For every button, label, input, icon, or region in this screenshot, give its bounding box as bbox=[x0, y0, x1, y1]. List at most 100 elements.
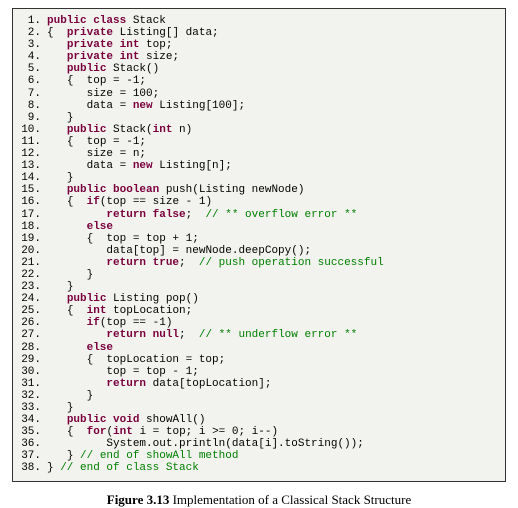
code-line: 35. { for(int i = top; i >= 0; i--) bbox=[19, 426, 497, 438]
line-number: 17. bbox=[19, 209, 41, 221]
code-content: else bbox=[47, 342, 497, 354]
line-number: 38. bbox=[19, 462, 41, 474]
code-line: 8. data = new Listing[100]; bbox=[19, 100, 497, 112]
code-line: 27. return null; // ** underflow error *… bbox=[19, 329, 497, 341]
code-content: public Stack(int n) bbox=[47, 124, 497, 136]
code-content: } bbox=[47, 281, 497, 293]
line-number: 36. bbox=[19, 438, 41, 450]
line-number: 26. bbox=[19, 317, 41, 329]
code-line: 22. } bbox=[19, 269, 497, 281]
code-line: 11. { top = -1; bbox=[19, 136, 497, 148]
code-content: System.out.println(data[i].toString()); bbox=[47, 438, 497, 450]
code-listing: 1. public class Stack 2. { private Listing[… bbox=[12, 8, 506, 482]
code-content: public class Stack bbox=[47, 15, 497, 27]
line-number: 13. bbox=[19, 160, 41, 172]
code-line: 33. } bbox=[19, 402, 497, 414]
code-line: 6. { top = -1; bbox=[19, 75, 497, 87]
code-line: 10. public Stack(int n) bbox=[19, 124, 497, 136]
line-number: 33. bbox=[19, 402, 41, 414]
line-number: 9. bbox=[19, 112, 41, 124]
line-number: 14. bbox=[19, 172, 41, 184]
figure-number: Figure 3.13 bbox=[107, 492, 170, 507]
code-content: return false; // ** overflow error ** bbox=[47, 209, 497, 221]
line-number: 37. bbox=[19, 450, 41, 462]
code-content: } // end of class Stack bbox=[47, 462, 497, 474]
code-content: } bbox=[47, 390, 497, 402]
line-number: 7. bbox=[19, 88, 41, 100]
code-line: 13. data = new Listing[n]; bbox=[19, 160, 497, 172]
code-content: return null; // ** underflow error ** bbox=[47, 329, 497, 341]
code-content: else bbox=[47, 221, 497, 233]
line-number: 24. bbox=[19, 293, 41, 305]
code-line: 28. else bbox=[19, 342, 497, 354]
code-content: { topLocation = top; bbox=[47, 354, 497, 366]
line-number: 29. bbox=[19, 354, 41, 366]
code-line: 9. } bbox=[19, 112, 497, 124]
code-content: data = new Listing[100]; bbox=[47, 100, 497, 112]
line-number: 28. bbox=[19, 342, 41, 354]
code-content: { top = -1; bbox=[47, 136, 497, 148]
code-line: 37. } // end of showAll method bbox=[19, 450, 497, 462]
code-content: if(top == -1) bbox=[47, 317, 497, 329]
code-content: public void showAll() bbox=[47, 414, 497, 426]
line-number: 6. bbox=[19, 75, 41, 87]
code-line: 23. } bbox=[19, 281, 497, 293]
line-number: 3. bbox=[19, 39, 41, 51]
code-line: 7. size = 100; bbox=[19, 88, 497, 100]
code-content: { for(int i = top; i >= 0; i--) bbox=[47, 426, 497, 438]
line-number: 30. bbox=[19, 366, 41, 378]
code-line: 26. if(top == -1) bbox=[19, 317, 497, 329]
line-number: 34. bbox=[19, 414, 41, 426]
code-content: data = new Listing[n]; bbox=[47, 160, 497, 172]
code-content: } bbox=[47, 402, 497, 414]
code-content: { if(top == size - 1) bbox=[47, 196, 497, 208]
code-content: } bbox=[47, 172, 497, 184]
code-line: 29. { topLocation = top; bbox=[19, 354, 497, 366]
code-content: public boolean push(Listing newNode) bbox=[47, 184, 497, 196]
code-line: 2. { private Listing[] data; bbox=[19, 27, 497, 39]
code-line: 14. } bbox=[19, 172, 497, 184]
code-content: public Stack() bbox=[47, 63, 497, 75]
figure-caption: Figure 3.13 Implementation of a Classica… bbox=[12, 492, 506, 508]
code-content: return true; // push operation successfu… bbox=[47, 257, 497, 269]
code-line: 30. top = top - 1; bbox=[19, 366, 497, 378]
code-content: } bbox=[47, 269, 497, 281]
line-number: 5. bbox=[19, 63, 41, 75]
code-line: 18. else bbox=[19, 221, 497, 233]
code-line: 5. public Stack() bbox=[19, 63, 497, 75]
code-content: size = n; bbox=[47, 148, 497, 160]
code-line: 12. size = n; bbox=[19, 148, 497, 160]
line-number: 15. bbox=[19, 184, 41, 196]
line-number: 22. bbox=[19, 269, 41, 281]
code-content: private int size; bbox=[47, 51, 497, 63]
line-number: 1. bbox=[19, 15, 41, 27]
line-number: 12. bbox=[19, 148, 41, 160]
code-content: { top = -1; bbox=[47, 75, 497, 87]
code-line: 3. private int top; bbox=[19, 39, 497, 51]
line-number: 19. bbox=[19, 233, 41, 245]
code-content: data[top] = newNode.deepCopy(); bbox=[47, 245, 497, 257]
code-line: 16. { if(top == size - 1) bbox=[19, 196, 497, 208]
line-number: 21. bbox=[19, 257, 41, 269]
code-line: 19. { top = top + 1; bbox=[19, 233, 497, 245]
code-content: public Listing pop() bbox=[47, 293, 497, 305]
code-line: 21. return true; // push operation succe… bbox=[19, 257, 497, 269]
line-number: 2. bbox=[19, 27, 41, 39]
code-content: size = 100; bbox=[47, 88, 497, 100]
code-line: 32. } bbox=[19, 390, 497, 402]
code-line: 1. public class Stack bbox=[19, 15, 497, 27]
line-number: 16. bbox=[19, 196, 41, 208]
line-number: 18. bbox=[19, 221, 41, 233]
line-number: 31. bbox=[19, 378, 41, 390]
code-content: top = top - 1; bbox=[47, 366, 497, 378]
code-content: { private Listing[] data; bbox=[47, 27, 497, 39]
figure-text: Implementation of a Classical Stack Stru… bbox=[169, 492, 411, 507]
code-line: 17. return false; // ** overflow error *… bbox=[19, 209, 497, 221]
line-number: 35. bbox=[19, 426, 41, 438]
code-content: } bbox=[47, 112, 497, 124]
code-line: 34. public void showAll() bbox=[19, 414, 497, 426]
line-number: 32. bbox=[19, 390, 41, 402]
line-number: 8. bbox=[19, 100, 41, 112]
code-line: 36. System.out.println(data[i].toString(… bbox=[19, 438, 497, 450]
line-number: 4. bbox=[19, 51, 41, 63]
